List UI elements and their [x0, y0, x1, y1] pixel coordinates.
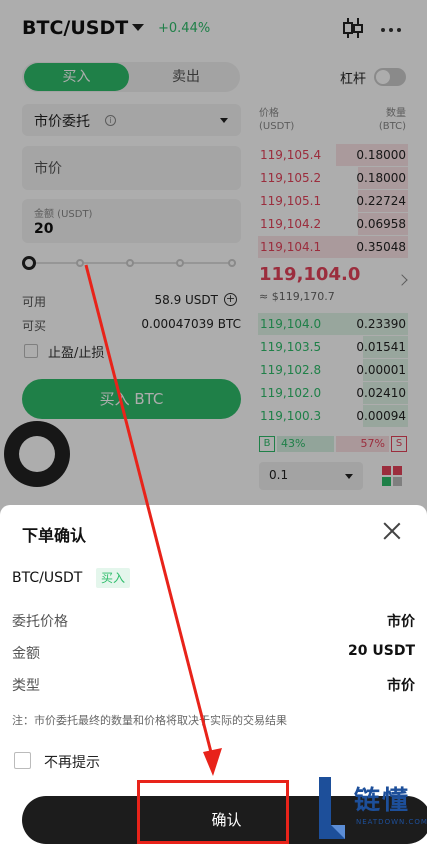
watermark-text-cn: 链懂 [354, 786, 411, 816]
confirm-amount-value: 20 USDT [348, 643, 415, 659]
watermark: 链懂 NEATDOWN.COM [313, 772, 427, 844]
confirm-note: 注：市价委托最终的数量和价格将取决于实际的交易结果 [12, 714, 287, 727]
dont-remind-label: 不再提示 [44, 755, 100, 771]
close-icon[interactable] [382, 521, 402, 541]
confirm-amount-label: 金额 [12, 646, 40, 662]
confirm-price-label: 委托价格 [12, 614, 68, 630]
watermark-logo-icon [319, 777, 345, 839]
side-badge: 买入 [96, 568, 130, 588]
watermark-text-en: NEATDOWN.COM [356, 818, 427, 826]
confirm-type-label: 类型 [12, 678, 40, 694]
confirm-type-value: 市价 [387, 678, 415, 694]
annotation-highlight-box [137, 780, 289, 844]
confirm-pair: BTC/USDT [12, 570, 83, 586]
sheet-title: 下单确认 [22, 526, 87, 545]
dont-remind-checkbox[interactable] [14, 752, 31, 769]
confirm-price-value: 市价 [387, 614, 415, 630]
